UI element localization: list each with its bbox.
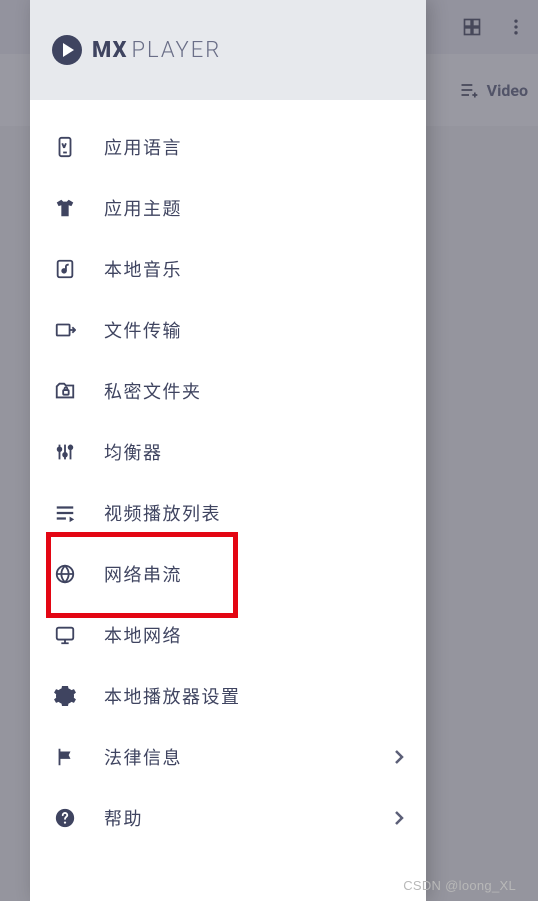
sidebar-item-label: 文件传输 xyxy=(104,317,404,343)
chevron-right-icon xyxy=(394,810,404,826)
lock-folder-icon xyxy=(52,378,78,404)
globe-icon xyxy=(52,561,78,587)
help-icon xyxy=(52,805,78,831)
logo-brand-light: PLAYER xyxy=(131,38,221,63)
sidebar-item-label: 视频播放列表 xyxy=(104,500,404,526)
watermark-text: CSDN @loong_XL xyxy=(403,878,516,893)
playlist-icon xyxy=(52,500,78,526)
music-file-icon xyxy=(52,256,78,282)
sidebar-item-network-stream[interactable]: 网络串流 xyxy=(30,543,426,604)
sidebar-item-player-settings[interactable]: 本地播放器设置 xyxy=(30,665,426,726)
transfer-icon xyxy=(52,317,78,343)
sidebar-item-local-network[interactable]: 本地网络 xyxy=(30,604,426,665)
sidebar-item-label: 应用主题 xyxy=(104,195,404,221)
flag-icon xyxy=(52,744,78,770)
sidebar-item-local-music[interactable]: 本地音乐 xyxy=(30,238,426,299)
sidebar-item-label: 本地音乐 xyxy=(104,256,404,282)
sidebar-item-app-theme[interactable]: 应用主题 xyxy=(30,177,426,238)
sidebar-item-label: 均衡器 xyxy=(104,439,404,465)
sidebar-item-video-playlist[interactable]: 视频播放列表 xyxy=(30,482,426,543)
monitor-icon xyxy=(52,622,78,648)
sidebar-item-help[interactable]: 帮助 xyxy=(30,787,426,848)
sidebar-item-label: 本地网络 xyxy=(104,622,404,648)
app-logo: MX PLAYER xyxy=(52,35,221,65)
gear-icon xyxy=(52,683,78,709)
logo-brand-bold: MX xyxy=(92,38,127,63)
sidebar-item-label: 本地播放器设置 xyxy=(104,683,404,709)
sidebar-item-label: 网络串流 xyxy=(104,561,404,587)
nav-list: 应用语言 应用主题 本地音乐 文件传输 私密文件夹 xyxy=(30,100,426,901)
shirt-icon xyxy=(52,195,78,221)
sidebar-item-private-folder[interactable]: 私密文件夹 xyxy=(30,360,426,421)
sidebar-item-equalizer[interactable]: 均衡器 xyxy=(30,421,426,482)
navigation-drawer: MX PLAYER 应用语言 应用主题 本地音乐 文件 xyxy=(30,0,426,901)
sidebar-item-label: 帮助 xyxy=(104,805,394,831)
play-logo-icon xyxy=(52,35,82,65)
sidebar-item-app-language[interactable]: 应用语言 xyxy=(30,116,426,177)
equalizer-icon xyxy=(52,439,78,465)
sidebar-item-legal[interactable]: 法律信息 xyxy=(30,726,426,787)
phone-language-icon xyxy=(52,134,78,160)
sidebar-item-label: 法律信息 xyxy=(104,744,394,770)
chevron-right-icon xyxy=(394,749,404,765)
sidebar-item-label: 应用语言 xyxy=(104,134,404,160)
drawer-header: MX PLAYER xyxy=(30,0,426,100)
sidebar-item-file-transfer[interactable]: 文件传输 xyxy=(30,299,426,360)
sidebar-item-label: 私密文件夹 xyxy=(104,378,404,404)
